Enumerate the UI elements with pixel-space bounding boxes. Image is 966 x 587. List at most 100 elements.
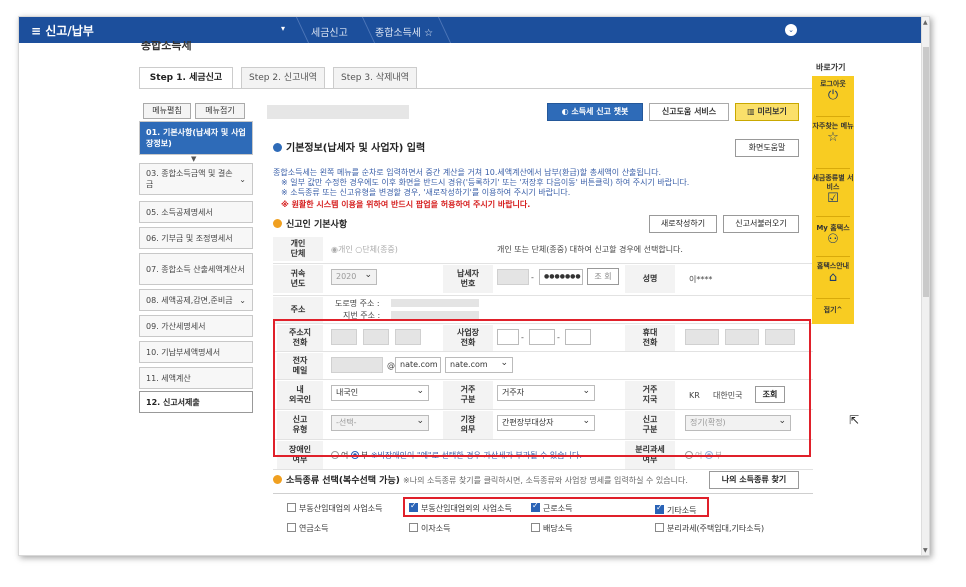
checkbox-icon bbox=[655, 523, 664, 532]
menu-title[interactable]: ≡ 신고/납부 bbox=[31, 22, 94, 39]
screen-help-button[interactable]: 화면도움말 bbox=[735, 139, 799, 157]
star-icon: ☆ bbox=[827, 130, 839, 145]
checkbox-icon bbox=[531, 523, 540, 532]
home-icon: ⌂ bbox=[828, 270, 838, 285]
quick-menu: 로그아웃 ⏻ 자주찾는 메뉴 ☆ 세금종류별 서비스 ☑ My 홈택스 ⚇ 홈택스안내 ⌂… bbox=[812, 76, 854, 324]
chatbot-button[interactable]: ◐ 소득세 신고 챗봇 bbox=[547, 103, 643, 121]
road-address-label: 도로명 주소 : bbox=[335, 298, 380, 308]
chatbot-icon: ◐ bbox=[561, 107, 572, 116]
sidebar-item-credit[interactable]: 08. 세액공제,감면,준비금 ⌄ bbox=[139, 289, 253, 311]
income-kind-separate[interactable]: 분리과세(주택임대,기타소득) bbox=[655, 523, 764, 534]
taxpayer-no-dash: - bbox=[531, 272, 534, 282]
menu-open-button[interactable]: 메뉴펼침 bbox=[143, 103, 191, 119]
sidebar-item-calc[interactable]: 07. 종합소득 산출세액계산서 bbox=[139, 253, 253, 285]
individual-note: 개인 또는 단체(종중) 대하여 신고할 경우에 선택합니다. bbox=[497, 244, 683, 254]
chevron-down-icon: ⌄ bbox=[239, 174, 246, 184]
taxpayer-lookup-button[interactable]: 조 회 bbox=[587, 268, 619, 285]
section-note: ※ 소득종류 또는 신고유형을 변경할 경우, '새로작성하기'를 이용하여 주… bbox=[281, 188, 571, 197]
taxpayer-no-label: 납세자 번호 bbox=[443, 265, 493, 293]
individual-radio[interactable]: ◉개인 ○단체(종중) bbox=[331, 237, 398, 261]
scroll-down-icon[interactable]: ▼ bbox=[923, 547, 928, 554]
quick-divider bbox=[816, 116, 850, 117]
highlight-box-contact bbox=[273, 319, 811, 457]
lot-address-masked bbox=[391, 311, 479, 319]
sidebar-item-submit[interactable]: 12. 신고서제출 bbox=[139, 391, 253, 413]
quick-divider bbox=[816, 256, 850, 257]
quick-divider bbox=[816, 298, 850, 299]
preview-button[interactable]: ▥ 미리보기 bbox=[735, 103, 799, 121]
sidebar-item-prepaid[interactable]: 10. 기납부세액명세서 bbox=[139, 341, 253, 363]
breadcrumb-tax-report[interactable]: 세금신고 bbox=[311, 24, 348, 39]
logout-item[interactable]: 로그아웃 ⏻ bbox=[812, 80, 854, 103]
year-select[interactable]: 2020 bbox=[331, 268, 377, 285]
road-address-masked bbox=[391, 299, 479, 307]
load-report-button[interactable]: 신고서불러오기 bbox=[723, 215, 799, 233]
new-write-button[interactable]: 새로작성하기 bbox=[649, 215, 717, 233]
quick-menu-header: 바로가기 bbox=[816, 63, 846, 72]
row-divider bbox=[273, 493, 813, 494]
tab-step1[interactable]: Step 1. 세금신고 bbox=[139, 67, 233, 89]
faq-menu-item[interactable]: 자주찾는 메뉴 ☆ bbox=[812, 122, 854, 145]
menu-dropdown-icon[interactable]: ▾ bbox=[281, 24, 285, 33]
quick-divider bbox=[816, 168, 850, 169]
row-divider bbox=[273, 469, 813, 470]
bullet-icon bbox=[273, 219, 282, 228]
tab-step3[interactable]: Step 3. 삭제내역 bbox=[333, 67, 417, 89]
row-divider bbox=[273, 295, 813, 296]
browser-window: ≡ 신고/납부 ▾ 세금신고 종합소득세 ☆ ⌄ ▲ ▼ 종합소득세 Step … bbox=[18, 16, 930, 556]
preview-icon: ▥ bbox=[747, 107, 758, 116]
individual-label: 개인 단체 bbox=[273, 237, 323, 261]
breadcrumb-separator bbox=[282, 17, 310, 43]
reporter-subtitle: 신고인 기본사항 bbox=[273, 217, 347, 230]
income-kind-dividend[interactable]: 배당소득 bbox=[531, 523, 572, 534]
taxpayer-no-front[interactable] bbox=[497, 269, 529, 285]
sidebar-item-deduction[interactable]: 05. 소득공제명세서 bbox=[139, 201, 253, 223]
fold-button[interactable]: 접기^ bbox=[812, 306, 854, 315]
taxpayer-no-back[interactable]: ●●●●●●● bbox=[539, 269, 583, 285]
breadcrumb-separator bbox=[348, 17, 376, 43]
scroll-up-icon[interactable]: ▲ bbox=[923, 19, 928, 26]
section-title: 기본정보(납세자 및 사업자) 입력 bbox=[273, 139, 425, 154]
sidebar-item-basic[interactable]: 01. 기본사항(납세자 및 사업장정보) bbox=[139, 121, 253, 155]
row-divider bbox=[273, 263, 813, 264]
checkbox-icon bbox=[287, 523, 296, 532]
logout-icon: ⏻ bbox=[827, 88, 839, 103]
popup-warning: ※ 원활한 시스템 이용을 위하여 반드시 팝업을 허용하여 주시기 바랍니다. bbox=[281, 200, 531, 209]
quick-divider bbox=[816, 216, 850, 217]
name-label: 성명 bbox=[625, 265, 675, 293]
masked-user-info bbox=[267, 105, 409, 119]
top-navigation-bar: ≡ 신고/납부 ▾ 세금신고 종합소득세 ☆ ⌄ bbox=[19, 17, 921, 43]
mouse-cursor-icon: ⇱ bbox=[849, 413, 860, 427]
sidebar-item-donation[interactable]: 06. 기부금 및 조정명세서 bbox=[139, 227, 253, 249]
page-title: 종합소득세 bbox=[141, 41, 192, 51]
checkbox-icon: ☑ bbox=[827, 191, 839, 206]
user-icon: ⚇ bbox=[827, 232, 839, 247]
income-kind-pension[interactable]: 연금소득 bbox=[287, 523, 328, 534]
bullet-icon bbox=[273, 475, 282, 484]
tab-step2[interactable]: Step 2. 신고내역 bbox=[241, 67, 325, 89]
chevron-down-icon: ⌄ bbox=[239, 295, 246, 305]
checkbox-icon bbox=[409, 523, 418, 532]
income-kind-rental[interactable]: 부동산임대업의 사업소득 bbox=[287, 503, 383, 514]
chevron-down-icon[interactable]: ⌄ bbox=[785, 24, 797, 36]
sidebar-item-penalty[interactable]: 09. 가산세명세서 bbox=[139, 315, 253, 337]
chevron-down-icon: ▼ bbox=[191, 155, 197, 163]
tab-divider bbox=[139, 88, 819, 89]
sidebar-item-income[interactable]: 03. 종합소득금액 및 결손금 ⌄ bbox=[139, 163, 253, 195]
name-value: 이**** bbox=[689, 274, 713, 284]
income-kind-subtitle: 소득종류 선택(복수선택 가능) ※나의 소득종류 찾기를 클릭하시면, 소득종… bbox=[273, 473, 688, 486]
tax-service-item[interactable]: 세금종류별 서비스 ☑ bbox=[812, 174, 854, 206]
highlight-box-income bbox=[403, 497, 709, 517]
find-income-kind-button[interactable]: 나의 소득종류 찾기 bbox=[709, 471, 799, 489]
help-service-button[interactable]: 신고도움 서비스 bbox=[649, 103, 729, 121]
checkbox-icon bbox=[287, 503, 296, 512]
breadcrumb-income-tax[interactable]: 종합소득세 ☆ bbox=[375, 24, 433, 39]
guide-item[interactable]: 홈택스안내 ⌂ bbox=[812, 262, 854, 285]
my-hometax-item[interactable]: My 홈택스 ⚇ bbox=[812, 224, 854, 247]
menu-close-button[interactable]: 메뉴접기 bbox=[195, 103, 245, 119]
income-kind-interest[interactable]: 이자소득 bbox=[409, 523, 450, 534]
vertical-scrollbar[interactable]: ▲ ▼ bbox=[921, 17, 929, 555]
bullet-icon bbox=[273, 143, 282, 152]
sidebar-item-taxcalc[interactable]: 11. 세액계산 bbox=[139, 367, 253, 389]
scrollbar-thumb[interactable] bbox=[923, 47, 929, 297]
